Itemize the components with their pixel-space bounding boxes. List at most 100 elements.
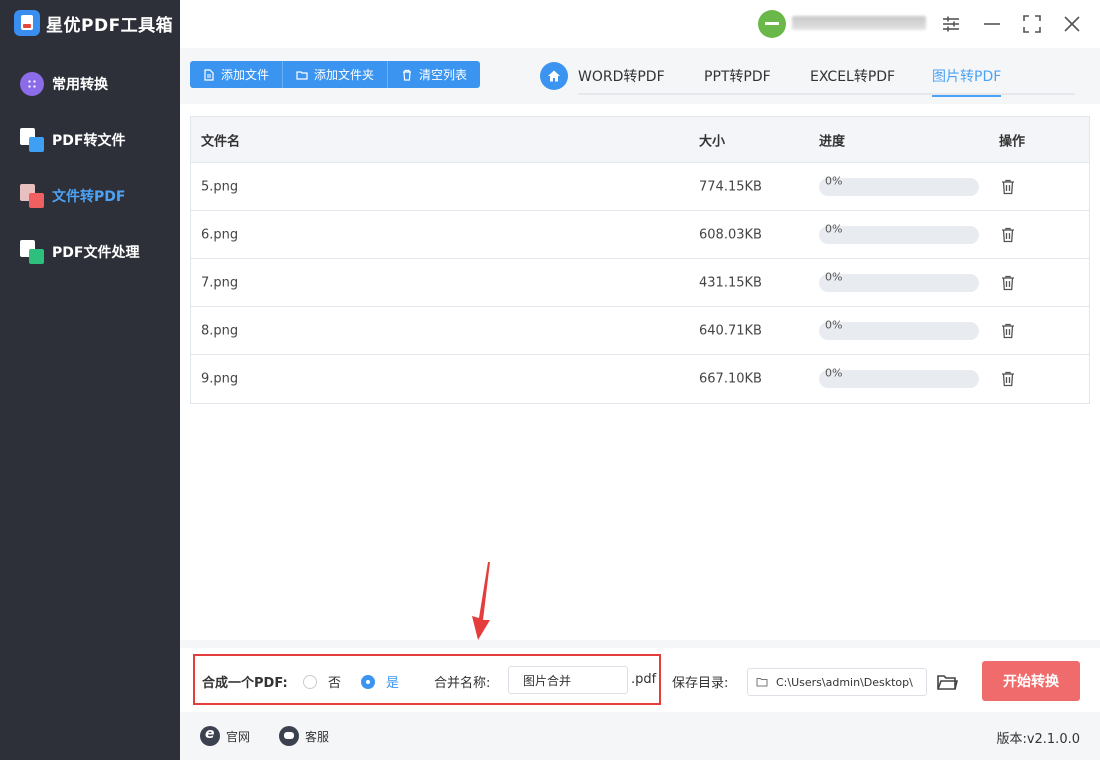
app-title: 星优PDF工具箱 [46, 15, 174, 36]
add-file-button[interactable]: 添加文件 [190, 61, 284, 88]
sidebar-item-label: 常用转换 [52, 77, 108, 93]
column-header-progress: 进度 [819, 134, 846, 149]
close-icon[interactable] [1060, 12, 1084, 36]
customer-service-link[interactable]: 客服 [279, 726, 329, 746]
progress-bar: 0% [819, 270, 979, 292]
avatar[interactable] [758, 10, 786, 38]
options-panel: 合成一个PDF: 否 是 合并名称: .pdf 保存目录: C:\Users\a… [180, 648, 1100, 712]
file-name: 7.png [201, 275, 239, 290]
file-icon [204, 68, 214, 81]
progress-bar: 0% [819, 366, 979, 388]
sidebar-item-label: 文件转PDF [52, 189, 126, 205]
delete-icon[interactable] [999, 226, 1017, 244]
folder-icon [296, 70, 308, 80]
save-path-value: C:\Users\admin\Desktop\ [776, 675, 913, 689]
table-header: 文件名 大小 进度 操作 [191, 117, 1089, 163]
merge-name-input[interactable] [508, 666, 628, 694]
tab-ppt-to-pdf[interactable]: PPT转PDF [704, 66, 771, 95]
sidebar-item-pdf-to-file[interactable]: PDF转文件 [20, 125, 125, 155]
column-header-action: 操作 [999, 134, 1026, 149]
merge-yes-label: 是 [386, 676, 400, 691]
merge-yes-radio[interactable]: 是 [361, 672, 399, 691]
radio-dot [303, 674, 317, 689]
progress-text: 0% [825, 366, 843, 380]
maximize-icon[interactable] [1020, 12, 1044, 36]
sidebar-item-pdf-process[interactable]: PDF文件处理 [20, 237, 139, 267]
progress-bar: 0% [819, 174, 979, 196]
tab-image-to-pdf[interactable]: 图片转PDF [932, 66, 1002, 97]
file-size: 431.15KB [699, 275, 762, 290]
add-folder-label: 添加文件夹 [314, 68, 375, 82]
file-name: 8.png [201, 323, 239, 338]
save-dir-label: 保存目录: [672, 676, 729, 691]
add-folder-button[interactable]: 添加文件夹 [283, 61, 389, 88]
progress-text: 0% [825, 174, 843, 188]
service-label: 客服 [305, 729, 330, 744]
website-link[interactable]: 官网 [200, 726, 250, 746]
delete-icon[interactable] [999, 274, 1017, 292]
table-row: 9.png 667.10KB 0% [191, 355, 1089, 403]
table-row: 5.png 774.15KB 0% [191, 163, 1089, 211]
tab-excel-to-pdf[interactable]: EXCEL转PDF [810, 66, 895, 95]
chat-icon [279, 726, 299, 746]
merge-name-label: 合并名称: [434, 676, 491, 691]
browse-folder-icon[interactable] [936, 671, 959, 693]
save-path-field[interactable]: C:\Users\admin\Desktop\ [747, 668, 927, 696]
footer: 官网 客服 版本:v2.1.0.0 [180, 712, 1100, 760]
add-file-label: 添加文件 [221, 68, 270, 82]
progress-text: 0% [825, 318, 843, 332]
progress-bar: 0% [819, 318, 979, 340]
table-row: 8.png 640.71KB 0% [191, 307, 1089, 355]
radio-dot [361, 674, 375, 689]
column-header-size: 大小 [699, 134, 726, 149]
merge-no-radio[interactable]: 否 [303, 672, 341, 691]
file-size: 640.71KB [699, 323, 762, 338]
browser-icon [200, 726, 220, 746]
main-content: 文件名 大小 进度 操作 5.png 774.15KB 0% 6.png 608.03K… [180, 104, 1100, 640]
file-name: 9.png [201, 371, 239, 387]
clear-list-button[interactable]: 清空列表 [388, 61, 481, 88]
settings-icon[interactable] [939, 12, 963, 36]
title-bar [180, 0, 1100, 48]
delete-icon[interactable] [999, 178, 1017, 196]
minimize-icon[interactable] [980, 12, 1004, 36]
file-size: 608.03KB [699, 227, 762, 242]
grid-icon [20, 72, 44, 96]
delete-icon[interactable] [999, 370, 1017, 388]
tab-word-to-pdf[interactable]: WORD转PDF [578, 66, 665, 95]
app-logo-icon [14, 10, 40, 36]
brand: 星优PDF工具箱 [14, 8, 173, 38]
sidebar-item-file-to-pdf[interactable]: 文件转PDF [20, 181, 125, 211]
clear-list-label: 清空列表 [419, 68, 468, 82]
home-button[interactable] [540, 62, 568, 90]
folder-outline-icon [756, 678, 768, 687]
table-row: 6.png 608.03KB 0% [191, 211, 1089, 259]
file-name: 6.png [201, 227, 239, 242]
pdf-to-file-icon [20, 128, 44, 152]
file-size: 667.10KB [699, 371, 762, 387]
tab-bar: WORD转PDF PPT转PDF EXCEL转PDF 图片转PDF [578, 58, 1075, 97]
merge-pdf-label: 合成一个PDF: [202, 676, 288, 691]
table-row: 7.png 431.15KB 0% [191, 259, 1089, 307]
progress-bar: 0% [819, 223, 979, 244]
column-header-name: 文件名 [201, 134, 241, 149]
progress-text: 0% [825, 270, 843, 284]
sidebar-item-common[interactable]: 常用转换 [20, 69, 108, 99]
file-to-pdf-icon [20, 184, 44, 208]
merge-no-label: 否 [328, 676, 342, 691]
file-size: 774.15KB [699, 179, 762, 194]
annotation-arrow-icon [472, 562, 490, 640]
sidebar-item-label: PDF文件处理 [52, 245, 140, 261]
user-name-redacted [792, 16, 926, 30]
pdf-process-icon [20, 240, 44, 264]
sidebar: 星优PDF工具箱 常用转换 PDF转文件 文件转PDF PDF文件处理 [0, 0, 180, 760]
file-name: 5.png [201, 179, 239, 194]
sidebar-item-label: PDF转文件 [52, 133, 126, 149]
file-table: 文件名 大小 进度 操作 5.png 774.15KB 0% 6.png 608.03K… [190, 116, 1090, 404]
pdf-extension: .pdf [631, 672, 657, 687]
toolbar: 添加文件 添加文件夹 清空列表 [190, 61, 481, 88]
home-icon [548, 70, 560, 82]
start-convert-button[interactable]: 开始转换 [982, 661, 1080, 701]
website-label: 官网 [226, 729, 251, 744]
delete-icon[interactable] [999, 322, 1017, 340]
